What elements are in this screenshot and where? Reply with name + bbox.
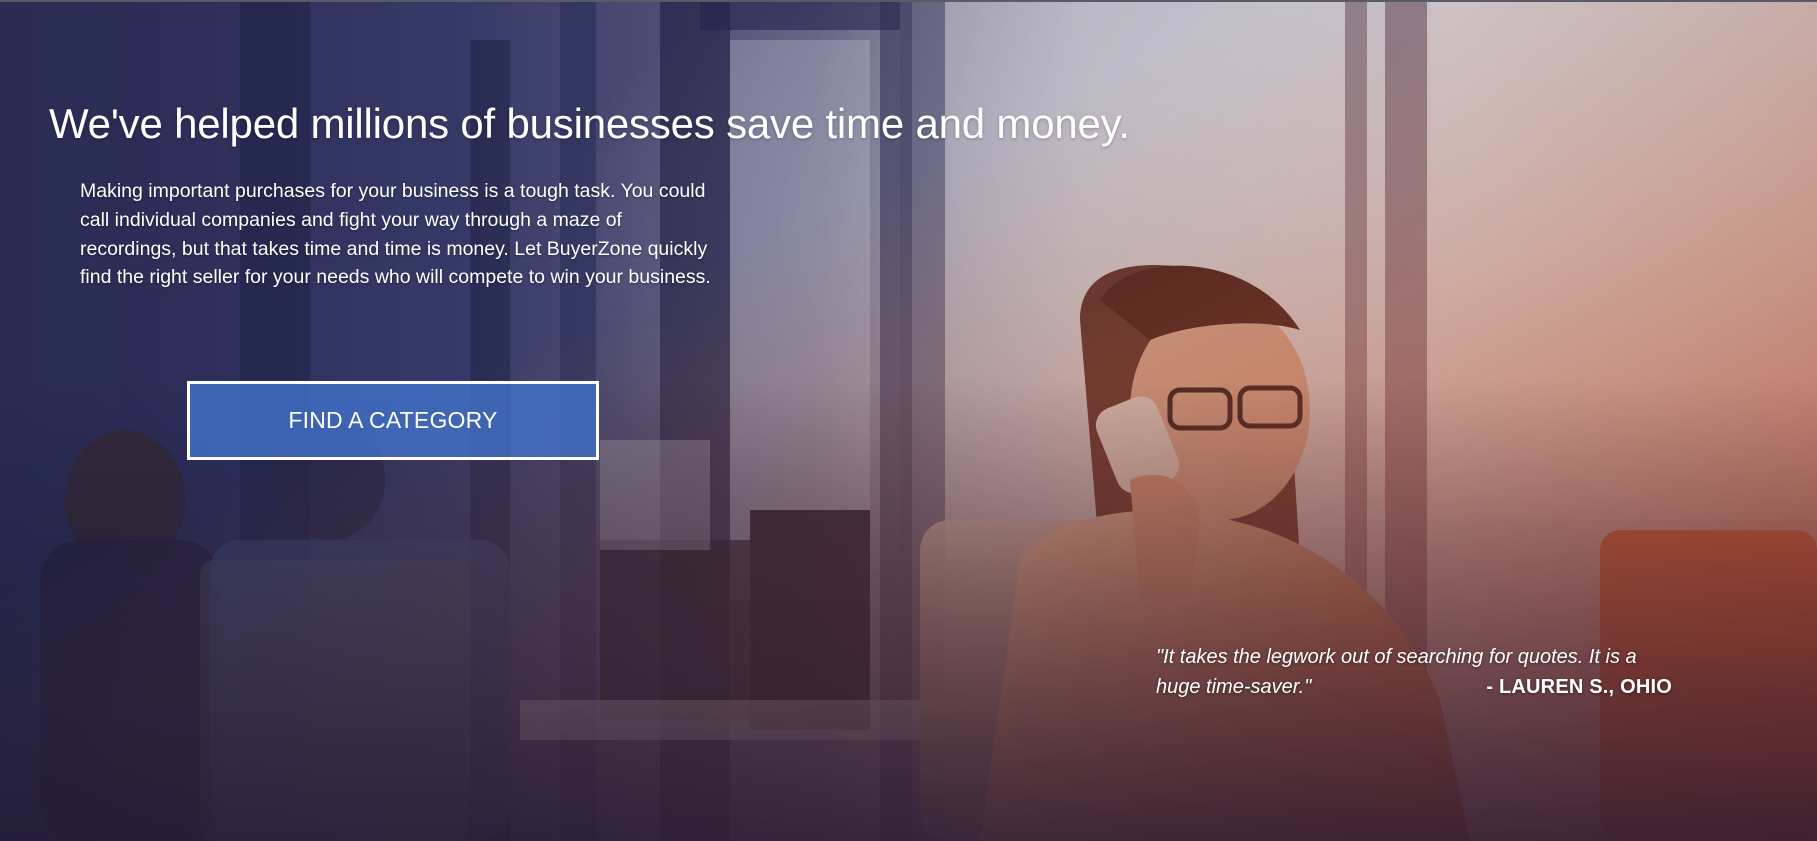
- hero-section: We've helped millions of businesses save…: [0, 0, 1817, 841]
- testimonial-attribution: - LAUREN S., OHIO: [1486, 676, 1672, 698]
- top-border: [0, 0, 1817, 2]
- hero-headline: We've helped millions of businesses save…: [49, 100, 1130, 147]
- testimonial: "It takes the legwork out of searching f…: [1156, 642, 1676, 702]
- hero-intro-text: Making important purchases for your busi…: [80, 180, 711, 289]
- find-a-category-button[interactable]: FIND A CATEGORY: [187, 381, 599, 460]
